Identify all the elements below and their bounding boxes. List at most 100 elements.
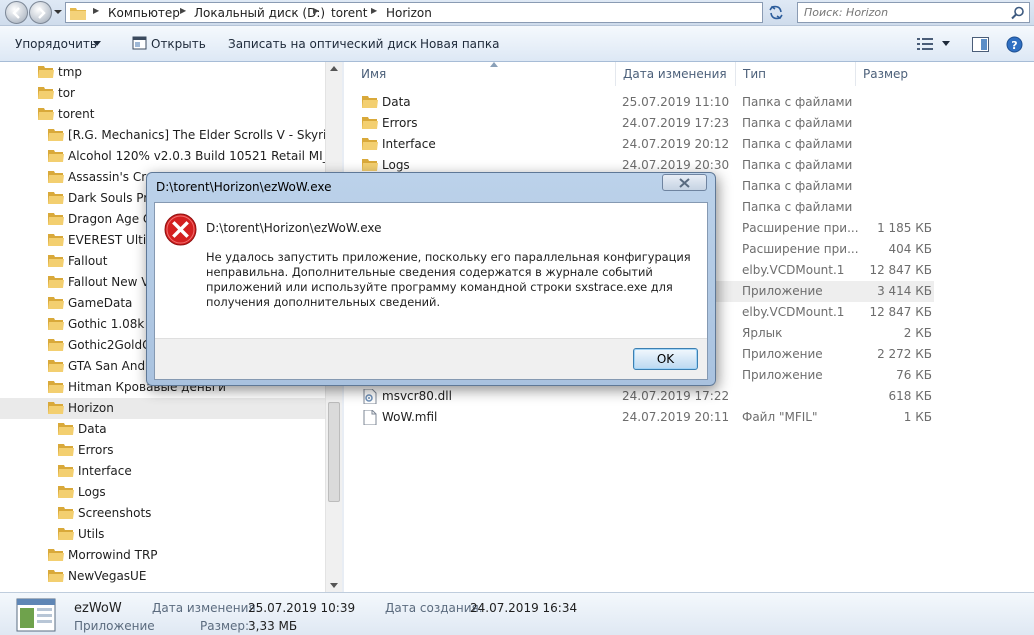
search-icon[interactable]: [1011, 6, 1025, 20]
recent-pages-dropdown-icon[interactable]: [54, 7, 62, 17]
organize-button[interactable]: Упорядочить: [15, 37, 97, 51]
tree-item[interactable]: Morrowind TRP: [48, 545, 325, 566]
folder-icon: [58, 528, 74, 540]
tree-item-label: Horizon: [68, 401, 114, 415]
nav-scroll-thumb[interactable]: [328, 402, 340, 502]
folder-icon: [58, 423, 74, 435]
chevron-down-icon[interactable]: [93, 41, 101, 46]
tree-item-label: Logs: [78, 485, 106, 499]
tree-item-label: GameData: [68, 296, 133, 310]
file-date: 24.07.2019 17:23: [622, 116, 730, 130]
file-row[interactable]: Data 25.07.2019 11:10 Папка с файлами: [358, 92, 934, 113]
file-row[interactable]: WoW.mfil 24.07.2019 20:11 Файл "MFIL" 1 КБ: [358, 407, 934, 428]
breadcrumb-separator-icon[interactable]: ▶: [180, 6, 186, 15]
folder-icon: [38, 108, 54, 120]
folder-icon: [48, 171, 64, 183]
file-type: Расширение при...: [742, 221, 859, 235]
file-size: 618 КБ: [888, 389, 932, 403]
tree-item-label: Fallout New Ve: [68, 275, 156, 289]
folder-icon: [58, 486, 74, 498]
breadcrumb-separator-icon[interactable]: ▶: [313, 6, 319, 15]
folder-icon: [48, 570, 64, 582]
file-row[interactable]: Errors 24.07.2019 17:23 Папка с файлами: [358, 113, 934, 134]
details-created-label: Дата создания:: [385, 601, 483, 615]
tree-item-label: tmp: [58, 65, 83, 79]
tree-item-label: [R.G. Mechanics] The Elder Scrolls V - S…: [68, 128, 325, 142]
back-button[interactable]: [5, 1, 28, 24]
close-icon: [679, 178, 690, 188]
folder-icon: [48, 297, 64, 309]
dialog-footer: OK: [155, 338, 707, 379]
tree-item-label: NewVegasUE: [68, 569, 147, 583]
file-name: msvcr80.dll: [382, 389, 452, 403]
tree-item[interactable]: Alcohol 120% v2.0.3 Build 10521 Retail M…: [48, 146, 325, 167]
new-folder-button[interactable]: Новая папка: [420, 37, 499, 51]
breadcrumb[interactable]: ▶ Компьютер ▶ Локальный диск (D:) ▶ tore…: [65, 2, 824, 23]
tree-item[interactable]: tmp: [38, 62, 325, 83]
file-size: 12 847 КБ: [869, 263, 932, 277]
file-name: Interface: [382, 137, 436, 151]
folder-icon: [58, 465, 74, 477]
details-modified-label: Дата изменения:: [152, 601, 260, 615]
open-button[interactable]: Открыть: [151, 37, 206, 51]
folder-icon: [48, 360, 64, 372]
folder-icon: [48, 129, 64, 141]
scroll-up-icon[interactable]: [330, 66, 338, 71]
breadcrumb-torent[interactable]: torent: [331, 6, 367, 20]
file-size: 404 КБ: [888, 242, 932, 256]
scroll-down-icon[interactable]: [330, 583, 338, 588]
column-header-type[interactable]: Тип: [736, 62, 856, 86]
tree-item-label: Errors: [78, 443, 114, 457]
forward-arrow-icon: [38, 7, 46, 19]
ok-button[interactable]: OK: [633, 348, 698, 370]
tree-item-label: Data: [78, 422, 107, 436]
dialog-body: D:\torent\Horizon\ezWoW.exe Не удалось з…: [154, 202, 708, 380]
help-icon[interactable]: ?: [1006, 36, 1023, 53]
preview-pane-icon[interactable]: [972, 37, 989, 52]
dialog-close-button[interactable]: [662, 174, 707, 191]
file-date: 24.07.2019 17:22: [622, 389, 730, 403]
tree-item[interactable]: [R.G. Mechanics] The Elder Scrolls V - S…: [48, 125, 325, 146]
tree-item[interactable]: NewVegasUE: [48, 566, 325, 587]
tree-item[interactable]: Screenshots: [58, 503, 325, 524]
tree-item[interactable]: Utils: [58, 524, 325, 545]
file-row[interactable]: msvcr80.dll 24.07.2019 17:22 618 КБ: [358, 386, 934, 407]
search-input[interactable]: [798, 3, 1008, 22]
breadcrumb-local-disk[interactable]: Локальный диск (D:): [194, 6, 325, 20]
file-row[interactable]: Interface 24.07.2019 20:12 Папка с файлами: [358, 134, 934, 155]
breadcrumb-separator-icon[interactable]: ▶: [371, 6, 377, 15]
file-size: 76 КБ: [896, 368, 932, 382]
file-type: Файл "MFIL": [742, 410, 818, 424]
change-view-icon[interactable]: [917, 38, 933, 50]
file-type: Папка с файлами: [742, 116, 853, 130]
search-box[interactable]: [797, 2, 1030, 23]
folder-icon: [48, 255, 64, 267]
column-header-size[interactable]: Размер: [856, 62, 936, 86]
file-type: Расширение при...: [742, 242, 859, 256]
folder-icon: [362, 96, 378, 108]
refresh-icon[interactable]: [766, 3, 786, 22]
details-file-name: ezWoW: [74, 601, 122, 616]
details-size-label: Размер:: [200, 619, 250, 633]
column-size-label: Размер: [863, 67, 909, 81]
forward-button[interactable]: [29, 1, 52, 24]
tree-item[interactable]: Interface: [58, 461, 325, 482]
tree-item-label: Interface: [78, 464, 132, 478]
tree-item[interactable]: Horizon: [0, 398, 325, 419]
tree-item[interactable]: Data: [58, 419, 325, 440]
open-app-icon[interactable]: [132, 36, 147, 51]
burn-to-disc-button[interactable]: Записать на оптический диск: [228, 37, 417, 51]
folder-icon: [58, 507, 74, 519]
file-name: Logs: [382, 158, 410, 172]
breadcrumb-computer[interactable]: Компьютер: [108, 6, 180, 20]
tree-item-label: Alcohol 120% v2.0.3 Build 10521 Retail M…: [68, 149, 325, 163]
tree-item[interactable]: Errors: [58, 440, 325, 461]
breadcrumb-separator-icon[interactable]: ▶: [93, 6, 99, 15]
tree-item[interactable]: tor: [38, 83, 325, 104]
column-header-name[interactable]: Имя: [354, 62, 616, 86]
breadcrumb-horizon[interactable]: Horizon: [386, 6, 432, 20]
column-header-date[interactable]: Дата изменения: [616, 62, 736, 86]
views-dropdown-icon[interactable]: [942, 41, 950, 46]
tree-item[interactable]: Logs: [58, 482, 325, 503]
tree-item[interactable]: torent: [38, 104, 325, 125]
